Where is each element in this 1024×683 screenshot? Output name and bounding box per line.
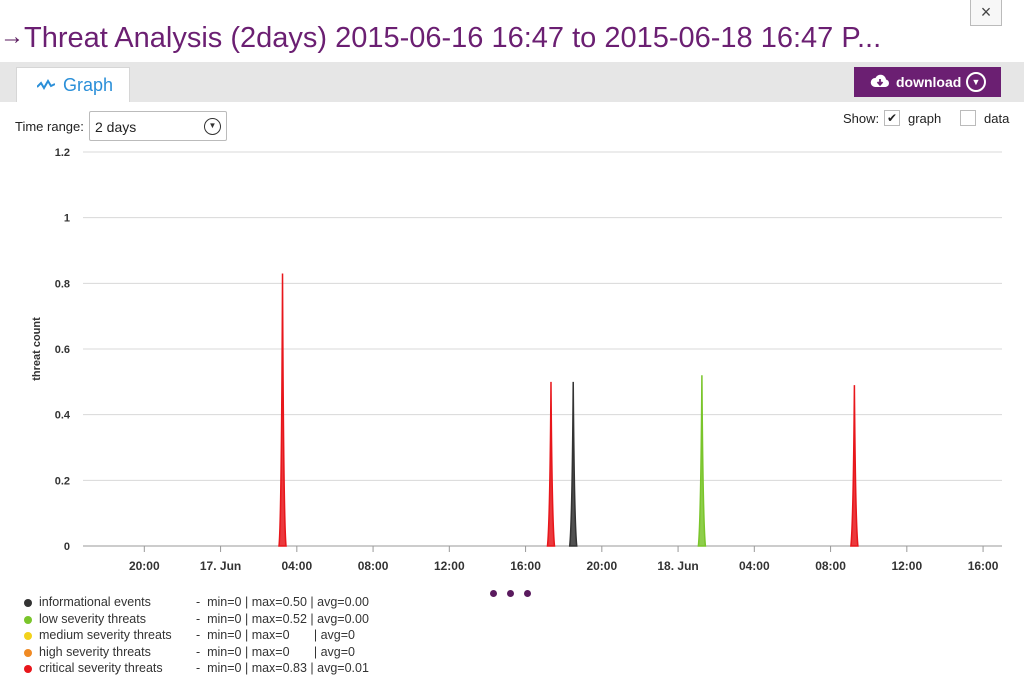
legend-item[interactable]: medium severity threats - min=0 | max=0 …: [24, 628, 444, 645]
y-axis-label: threat count: [31, 317, 43, 381]
y-tick-label: 1.2: [55, 147, 70, 159]
x-tick-label: 04:00: [281, 559, 312, 573]
legend-item[interactable]: critical severity threats - min=0 | max=…: [24, 661, 444, 678]
legend-stats: - min=0 | max=0.83 | avg=0.01: [196, 661, 369, 676]
pager-dot[interactable]: [507, 590, 514, 597]
x-tick-label: 20:00: [586, 559, 617, 573]
y-tick-label: 0: [64, 541, 70, 553]
pager: [490, 584, 541, 597]
legend-name: critical severity threats: [39, 661, 163, 676]
legend-stats: - min=0 | max=0.52 | avg=0.00: [196, 611, 369, 626]
chevron-down-icon: ▼: [204, 118, 221, 135]
threat-chart: 0 0.2 0.4 0.6 0.8 1 1.2 threat count 20:00 17. Ju…: [31, 147, 1002, 573]
arrow-icon: →: [0, 23, 24, 50]
data-checkbox-label: data: [984, 111, 1010, 126]
x-tick-label: 20:00: [129, 559, 160, 573]
time-range-select[interactable]: 2 days ▼: [89, 111, 227, 141]
legend-marker: [24, 615, 32, 624]
download-label: download: [896, 74, 962, 90]
tab-graph-label: Graph: [63, 75, 114, 95]
data-spike: [697, 375, 707, 547]
graph-checkbox-label: graph: [908, 111, 942, 126]
legend-name: medium severity threats: [39, 628, 172, 643]
cloud-download-icon: [870, 74, 889, 87]
dialog-header: → Threat Analysis (2days) 2015-06-16 16:…: [0, 0, 1024, 62]
legend-marker: [24, 599, 32, 607]
y-tick-label: 0.4: [55, 410, 71, 422]
tab-graph[interactable]: Graph: [16, 67, 130, 102]
data-spike: [850, 385, 859, 547]
legend-stats: - min=0 | max=0 | avg=0: [196, 628, 355, 643]
x-tick-label: 08:00: [815, 559, 846, 573]
time-range-value: 2 days: [95, 119, 137, 135]
data-spike: [278, 273, 287, 547]
x-tick-label: 08:00: [358, 559, 389, 573]
dialog-title: Threat Analysis (2days) 2015-06-16 16:47…: [24, 22, 882, 54]
show-label: Show:: [843, 111, 880, 126]
tab-bar: Graph download ▼: [0, 62, 1024, 102]
legend-stats: - min=0 | max=0.50 | avg=0.00: [196, 595, 369, 609]
legend-marker: [24, 632, 32, 641]
legend-name: low severity threats: [39, 611, 146, 626]
x-tick-label: 16:00: [510, 559, 541, 573]
chart-legend: informational events - min=0 | max=0.50 …: [24, 595, 444, 678]
legend-marker: [24, 648, 32, 657]
data-checkbox[interactable]: [960, 110, 976, 126]
y-tick-label: 0.2: [55, 475, 70, 487]
x-tick-label: 04:00: [739, 559, 770, 573]
download-button[interactable]: download ▼: [854, 67, 1001, 97]
x-tick-label: 17. Jun: [200, 559, 241, 573]
y-tick-label: 0.8: [55, 278, 70, 290]
chevron-down-icon: ▼: [966, 72, 986, 92]
x-tick-label: 18. Jun: [657, 559, 698, 573]
pager-dot[interactable]: [524, 590, 531, 597]
line-chart-icon: [37, 79, 55, 90]
legend-marker: [24, 665, 32, 674]
data-spike: [568, 381, 578, 547]
legend-item[interactable]: high severity threats - min=0 | max=0 | …: [24, 645, 444, 662]
data-spike: [546, 381, 556, 547]
close-button[interactable]: ×: [970, 0, 1002, 26]
legend-stats: - min=0 | max=0 | avg=0: [196, 644, 355, 659]
x-tick-label: 16:00: [968, 559, 999, 573]
x-tick-label: 12:00: [434, 559, 465, 573]
y-tick-label: 0.6: [55, 344, 70, 356]
time-range-label: Time range:: [15, 119, 84, 134]
legend-name: informational events: [39, 595, 151, 609]
pager-dot[interactable]: [490, 590, 497, 597]
y-tick-label: 1: [64, 213, 70, 225]
legend-item[interactable]: low severity threats - min=0 | max=0.52 …: [24, 612, 444, 629]
legend-name: high severity threats: [39, 644, 151, 659]
x-tick-label: 12:00: [891, 559, 922, 573]
graph-checkbox[interactable]: ✔: [884, 110, 900, 126]
legend-item[interactable]: informational events - min=0 | max=0.50 …: [24, 595, 444, 612]
